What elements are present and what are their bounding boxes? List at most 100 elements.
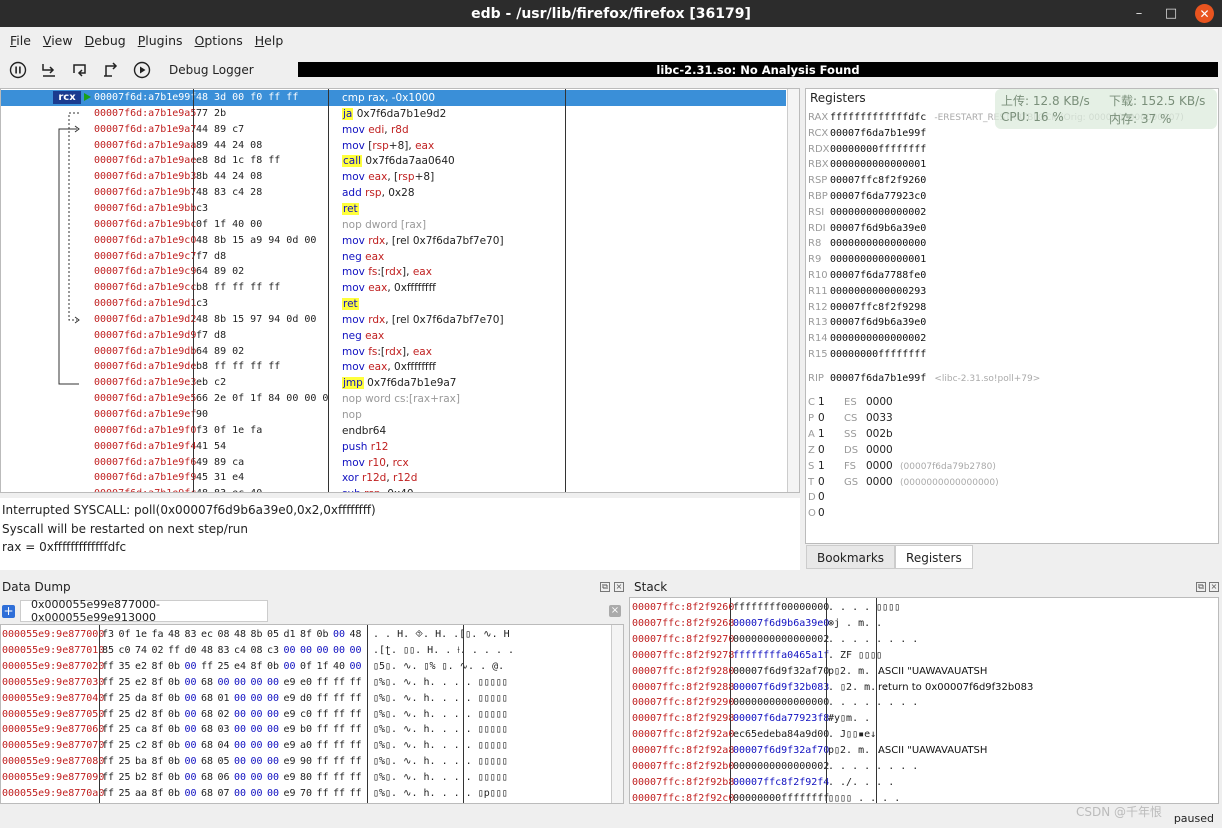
- registers-panel[interactable]: Registers RAXfffffffffffffdfc-ERESTART_R…: [805, 88, 1219, 544]
- disasm-operands: word cs:[rax+rax]: [365, 393, 460, 406]
- undock-icon[interactable]: ⧉: [1196, 582, 1206, 592]
- disasm-instruction: add rsp, 0x28: [342, 187, 415, 199]
- hex-address: 000055e9:9e877020: [2, 660, 105, 672]
- disasm-bytes: 89 44 24 08: [196, 139, 263, 151]
- disasm-instruction: xor r12d, r12d: [342, 472, 417, 484]
- dump-scrollbar[interactable]: [611, 625, 623, 803]
- menu-item-view[interactable]: View: [37, 33, 79, 48]
- disasm-row[interactable]: 00007f6d:a7b1e9f0 f3 0f 1e fa endbr64: [1, 423, 786, 439]
- register-value: 00007ffc8f2f9298: [830, 301, 927, 313]
- register-value: 0000000000000001: [830, 254, 927, 266]
- disasm-row[interactable]: 00007f6d:a7b1e9e566 2e 0f 1f 84 00 00 00…: [1, 391, 786, 407]
- hex-ascii: .[ʈ. ▯▯. H. . ⟊. . . . .: [373, 644, 515, 656]
- close-panel-icon[interactable]: ×: [1209, 582, 1219, 592]
- flag-row[interactable]: O0: [808, 507, 844, 522]
- step-out-button[interactable]: [98, 59, 124, 81]
- flag-row[interactable]: A 1 SS 002b: [808, 428, 900, 443]
- run-button[interactable]: [129, 59, 155, 81]
- register-row[interactable]: RSP 00007ffc8f2f9260: [808, 174, 926, 189]
- register-row[interactable]: R12 00007ffc8f2f9298: [808, 301, 926, 316]
- disasm-row[interactable]: 00007f6d:a7b1e9bc 0f 1f 40 00 nop dword [r…: [1, 217, 786, 233]
- minimize-button[interactable]: –: [1123, 0, 1155, 27]
- tab-bookmarks[interactable]: Bookmarks: [806, 545, 896, 569]
- hex-address: 000055e9:9e877090: [2, 772, 105, 784]
- disasm-row[interactable]: 00007f6d:a7b1e9cc b8 ff ff ff ff mov eax, …: [1, 280, 786, 296]
- disasm-mnemonic: mov: [342, 266, 365, 279]
- registers-title: Registers: [810, 91, 866, 105]
- disasm-row[interactable]: 00007f6d:a7b1e9c0 48 8b 15 a9 94 0d 00 mov…: [1, 233, 786, 249]
- register-row[interactable]: R9 0000000000000001: [808, 253, 926, 268]
- disasm-address: 00007f6d:a7b1e9b7: [94, 187, 197, 199]
- menu-item-debug[interactable]: Debug: [79, 33, 132, 48]
- menu-item-plugins[interactable]: Plugins: [132, 33, 189, 48]
- flag-row[interactable]: C 1 ES 0000: [808, 396, 900, 411]
- register-row[interactable]: RBP 00007f6da77923c0: [808, 190, 926, 205]
- register-row[interactable]: RBX0000000000000001: [808, 158, 926, 173]
- disasm-address: 00007f6d:a7b1e9e3: [94, 377, 197, 389]
- disasm-row[interactable]: 00007f6d:a7b1e9d1 c3 ret: [1, 296, 786, 312]
- register-row[interactable]: R8 0000000000000000: [808, 237, 926, 252]
- close-button[interactable]: ✕: [1195, 4, 1214, 23]
- flag-row[interactable]: P 0 CS 0033: [808, 412, 900, 427]
- register-row[interactable]: RDX00000000ffffffff: [808, 143, 926, 158]
- register-name: RBX: [808, 159, 829, 171]
- tab-registers[interactable]: Registers: [895, 545, 973, 569]
- disasm-row[interactable]: 00007f6d:a7b1e9ae e8 8d 1c f8 ff call 0x7f…: [1, 153, 786, 169]
- disassembly-scrollbar[interactable]: [787, 89, 799, 492]
- disasm-row[interactable]: 00007f6d:a7b1e9b7 48 83 c4 28 add rsp, 0x2…: [1, 185, 786, 201]
- pause-button[interactable]: [5, 59, 31, 81]
- flag-row[interactable]: Z 0 DS 0000: [808, 444, 900, 459]
- undock-icon[interactable]: ⧉: [600, 582, 610, 592]
- disasm-row[interactable]: 00007f6d:a7b1e9b3 8b 44 24 08 mov eax, [rs…: [1, 169, 786, 185]
- disasm-operands: eax, [rsp+8]: [368, 171, 435, 184]
- stack-view[interactable]: 00007ffc:8f2f9260 ffffffff00000000. . . .…: [629, 597, 1219, 804]
- disasm-row[interactable]: 00007f6d:a7b1e9a7 44 89 c7 mov edi, r8d: [1, 122, 786, 138]
- disasm-operands: edi, r8d: [368, 123, 409, 136]
- flag-row[interactable]: T 0 GS 0000 (0000000000000000): [808, 476, 999, 491]
- disasm-row[interactable]: 00007f6d:a7b1e9a5 77 2b ja 0x7f6da7b1e9d2: [1, 106, 786, 122]
- disasm-row[interactable]: 00007f6d:a7b1e99f 48 3d 00 f0 ff ff cmp ra…: [1, 90, 786, 106]
- close-panel-icon[interactable]: ×: [614, 582, 624, 592]
- stack-comment: return to 0x00007f6d9f32b083: [878, 681, 1034, 693]
- disasm-row[interactable]: 00007f6d:a7b1e9f4 41 54 push r12: [1, 439, 786, 455]
- register-row[interactable]: RSI 0000000000000002: [808, 206, 926, 221]
- disasm-row[interactable]: 00007f6d:a7b1e9c9 64 89 02 mov fs:[rdx], e…: [1, 264, 786, 280]
- register-row[interactable]: R13 00007f6d9b6a39e0: [808, 316, 926, 331]
- menu-item-help[interactable]: Help: [249, 33, 290, 48]
- disasm-row[interactable]: 00007f6d:a7b1e9ef 90 nop: [1, 407, 786, 423]
- flag-row[interactable]: S 1 FS 0000 (00007f6da79b2780): [808, 460, 996, 475]
- flag-row[interactable]: D0: [808, 491, 844, 506]
- disasm-row[interactable]: 00007f6d:a7b1e9c7 f7 d8 neg eax: [1, 249, 786, 265]
- disasm-row[interactable]: 00007f6d:a7b1e9f9 45 31 e4 xor r12d, r12d: [1, 470, 786, 486]
- disasm-row[interactable]: 00007f6d:a7b1e9bb c3 ret: [1, 201, 786, 217]
- step-into-button[interactable]: [36, 59, 62, 81]
- menu-item-file[interactable]: File: [4, 33, 37, 48]
- register-row[interactable]: RDI 00007f6d9b6a39e0: [808, 222, 926, 237]
- disasm-row[interactable]: 00007f6d:a7b1e9fc48 83 ec 40 sub rsp, 0x4…: [1, 486, 786, 492]
- disasm-row[interactable]: 00007f6d:a7b1e9f6 49 89 ca mov r10, rcx: [1, 455, 786, 471]
- register-row[interactable]: RCX 00007f6da7b1e99f: [808, 127, 926, 142]
- disasm-operands: fs:[rdx], eax: [368, 266, 432, 279]
- step-over-button[interactable]: [67, 59, 93, 81]
- register-row[interactable]: R11 0000000000000293: [808, 285, 926, 300]
- disasm-row[interactable]: 00007f6d:a7b1e9d9 f7 d8 neg eax: [1, 328, 786, 344]
- disasm-row[interactable]: 00007f6d:a7b1e9de b8 ff ff ff ff mov eax, …: [1, 359, 786, 375]
- flag-name: A: [808, 428, 815, 440]
- disassembly-view[interactable]: 00007f6d:a7b1e99f 48 3d 00 f0 ff ff cmp ra…: [0, 88, 800, 493]
- disasm-row[interactable]: 00007f6d:a7b1e9aa 89 44 24 08 mov [rsp+8],…: [1, 138, 786, 154]
- debug-logger-button[interactable]: Debug Logger: [169, 63, 254, 77]
- add-tab-icon[interactable]: +: [2, 605, 15, 618]
- maximize-button[interactable]: □: [1155, 0, 1187, 27]
- close-tab-icon[interactable]: ×: [609, 605, 621, 617]
- register-row[interactable]: R14 0000000000000002: [808, 332, 926, 347]
- disasm-row[interactable]: 00007f6d:a7b1e9db 64 89 02 mov fs:[rdx], e…: [1, 344, 786, 360]
- dump-region-tab[interactable]: 0x000055e99e877000-0x000055e99e913000: [20, 598, 268, 624]
- register-row[interactable]: R10 00007f6da7788fe0: [808, 269, 926, 284]
- hex-dump-view[interactable]: 000055e9:9e877000 f3 0f 1e fa 48 83 ec 08 48 8b 05 d…: [0, 624, 624, 804]
- register-row-rip[interactable]: RIP 00007f6da7b1e99f <libc-2.31.so!poll+79…: [808, 372, 1040, 387]
- menu-item-options[interactable]: Options: [189, 33, 249, 48]
- disasm-row[interactable]: 00007f6d:a7b1e9e3 eb c2 jmp 0x7f6da7b1e9a7: [1, 375, 786, 391]
- register-value: 0000000000000002: [830, 333, 927, 345]
- register-row[interactable]: R15 00000000ffffffff: [808, 348, 926, 363]
- disasm-row[interactable]: 00007f6d:a7b1e9d2 48 8b 15 97 94 0d 00 mov…: [1, 312, 786, 328]
